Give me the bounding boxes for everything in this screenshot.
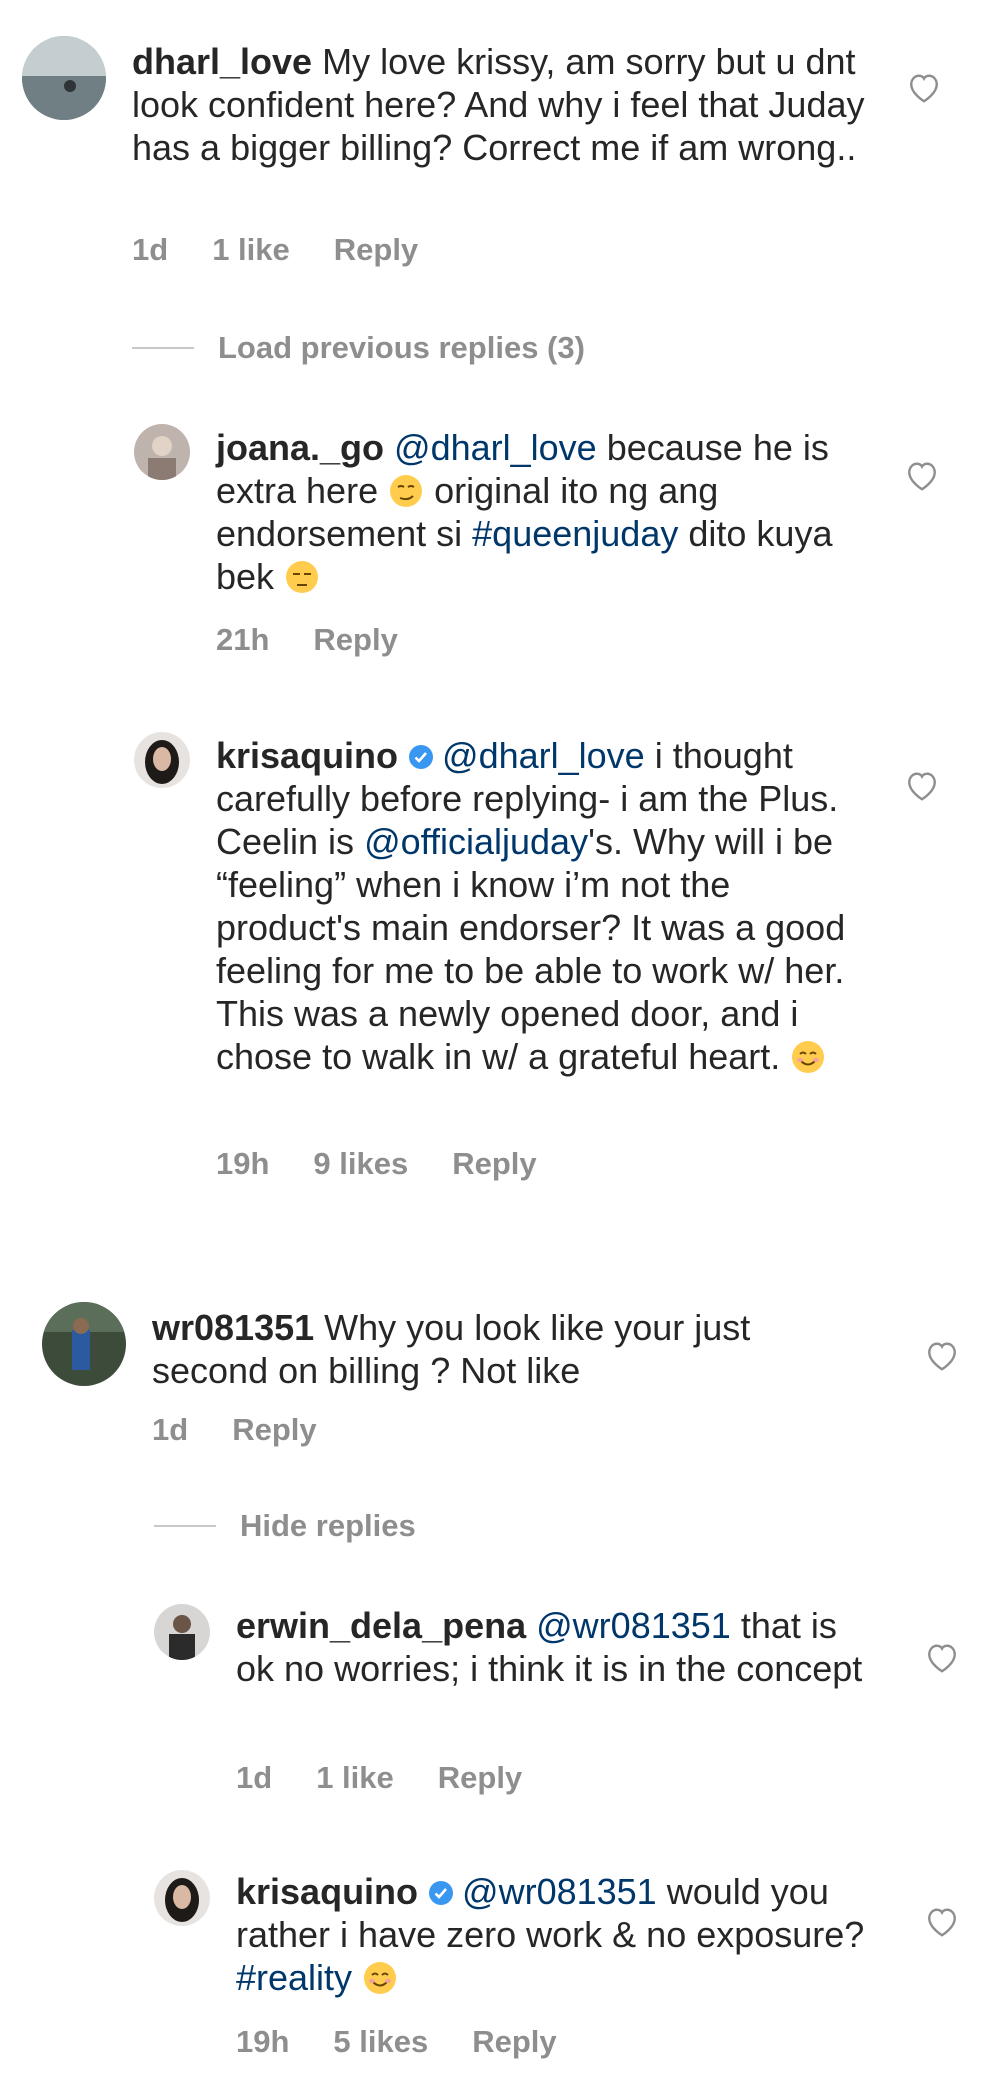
reply-likes[interactable]: 9 likes xyxy=(313,1146,408,1182)
unamused-emoji-icon xyxy=(286,561,319,593)
reply-username[interactable]: krisaquino xyxy=(236,1871,418,1912)
reply-time: 1d xyxy=(236,1760,273,1795)
reply-time: 19h xyxy=(216,1146,270,1181)
reply-username[interactable]: krisaquino xyxy=(216,735,398,776)
mention-link[interactable]: @dharl_love xyxy=(442,735,645,776)
comment-time: 1d xyxy=(132,232,169,267)
comment-time: 1d xyxy=(152,1412,189,1447)
reply-meta: 1d 1 like Reply xyxy=(236,1760,522,1796)
reply-button[interactable]: Reply xyxy=(438,1760,522,1796)
comment-username[interactable]: wr081351 xyxy=(152,1307,314,1348)
comment-text: wr081351 Why you look like your just seco… xyxy=(152,1306,872,1392)
comment-meta: 1d Reply xyxy=(152,1412,317,1448)
reply-likes[interactable]: 5 likes xyxy=(333,2024,428,2060)
load-previous-replies[interactable]: Load previous replies (3) xyxy=(132,330,585,366)
reply-meta: 19h 5 likes Reply xyxy=(236,2024,557,2060)
hide-replies-label: Hide replies xyxy=(240,1508,416,1543)
comment-likes[interactable]: 1 like xyxy=(212,232,290,268)
avatar-image xyxy=(42,1302,126,1386)
reply-text: krisaquino @wr081351 would you rather i h… xyxy=(236,1870,876,1999)
reply-button[interactable]: Reply xyxy=(452,1146,536,1182)
avatar-image xyxy=(154,1604,210,1660)
avatar[interactable] xyxy=(134,732,190,788)
reply-username[interactable]: joana._go xyxy=(216,427,384,468)
hide-replies[interactable]: Hide replies xyxy=(154,1508,416,1544)
reply-button[interactable]: Reply xyxy=(313,622,397,658)
heart-outline-icon[interactable] xyxy=(904,458,940,492)
avatar-image xyxy=(134,424,190,480)
mention-link[interactable]: @wr081351 xyxy=(536,1605,731,1646)
avatar-image xyxy=(22,36,106,120)
mention-link[interactable]: @wr081351 xyxy=(462,1871,657,1912)
hashtag-link[interactable]: #reality xyxy=(236,1957,352,1998)
heart-outline-icon[interactable] xyxy=(904,768,940,802)
heart-outline-icon[interactable] xyxy=(924,1640,960,1674)
divider-line xyxy=(154,1525,216,1527)
reply-time: 19h xyxy=(236,2024,290,2059)
load-previous-label: Load previous replies (3) xyxy=(218,330,585,365)
mention-link-2[interactable]: @officialjuday xyxy=(364,821,588,862)
avatar-image xyxy=(134,732,190,788)
heart-outline-icon[interactable] xyxy=(924,1338,960,1372)
comment-meta: 1d 1 like Reply xyxy=(132,232,418,268)
reply-username[interactable]: erwin_dela_pena xyxy=(236,1605,526,1646)
reply-meta: 19h 9 likes Reply xyxy=(216,1146,537,1182)
hashtag-link[interactable]: #queenjuday xyxy=(472,513,678,554)
heart-outline-icon[interactable] xyxy=(924,1904,960,1938)
avatar[interactable] xyxy=(154,1604,210,1660)
avatar-image xyxy=(154,1870,210,1926)
reply-meta: 21h Reply xyxy=(216,622,398,658)
avatar[interactable] xyxy=(22,36,106,120)
reply-button[interactable]: Reply xyxy=(334,232,418,268)
verified-badge-icon xyxy=(409,745,434,769)
avatar[interactable] xyxy=(134,424,190,480)
reply-likes[interactable]: 1 like xyxy=(316,1760,394,1796)
smiling-emoji-icon xyxy=(792,1041,825,1073)
reply-button[interactable]: Reply xyxy=(472,2024,556,2060)
reply-text: erwin_dela_pena @wr081351 that is ok no w… xyxy=(236,1604,876,1690)
reply-text: joana._go @dharl_love because he is extra… xyxy=(216,426,856,598)
comment-username[interactable]: dharl_love xyxy=(132,41,312,82)
smiling-emoji-icon xyxy=(364,1962,397,1994)
divider-line xyxy=(132,347,194,349)
heart-outline-icon[interactable] xyxy=(906,70,942,104)
mention-link[interactable]: @dharl_love xyxy=(394,427,597,468)
avatar[interactable] xyxy=(154,1870,210,1926)
reply-time: 21h xyxy=(216,622,270,657)
reply-button[interactable]: Reply xyxy=(232,1412,316,1448)
comment-text: dharl_love My love krissy, am sorry but u… xyxy=(132,40,892,169)
reply-text: krisaquino @dharl_love i thought carefull… xyxy=(216,734,856,1078)
verified-badge-icon xyxy=(429,1881,454,1905)
avatar[interactable] xyxy=(42,1302,126,1386)
smirk-emoji-icon xyxy=(390,475,423,507)
